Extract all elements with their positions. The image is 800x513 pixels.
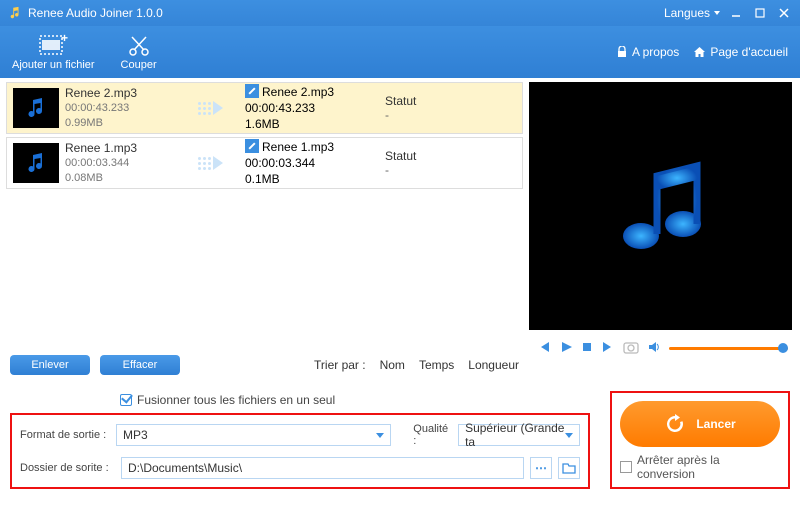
volume-icon[interactable] <box>647 340 661 357</box>
convert-arrow-icon <box>175 156 245 170</box>
remove-button[interactable]: Enlever <box>10 355 90 375</box>
sort-by-name[interactable]: Nom <box>380 358 405 372</box>
file-duration: 00:00:03.344 <box>65 156 175 171</box>
maximize-button[interactable] <box>752 5 768 21</box>
output-name: Renee 2.mp3 <box>262 85 334 99</box>
stop-after-checkbox[interactable] <box>620 461 632 473</box>
edit-icon[interactable] <box>245 84 259 98</box>
playback-controls <box>531 340 794 357</box>
status-value: - <box>385 163 445 177</box>
next-button[interactable] <box>601 340 615 357</box>
file-thumbnail <box>13 88 59 128</box>
quality-select[interactable]: Supérieur (Grande ta <box>458 424 580 446</box>
output-duration: 00:00:43.233 <box>245 100 385 116</box>
file-row[interactable]: Renee 1.mp3 00:00:03.344 0.08MB Renee 1.… <box>6 137 523 189</box>
output-dir-input[interactable]: D:\Documents\Music\ <box>121 457 524 479</box>
file-row[interactable]: Renee 2.mp3 00:00:43.233 0.99MB Renee 2.… <box>6 82 523 134</box>
more-button[interactable]: ⋯ <box>530 457 552 479</box>
launch-button[interactable]: Lancer <box>620 401 780 447</box>
add-file-button[interactable]: + Ajouter un fichier <box>12 33 95 71</box>
edit-icon[interactable] <box>245 139 259 153</box>
volume-slider[interactable] <box>669 347 788 350</box>
output-size: 1.6MB <box>245 116 385 132</box>
format-label: Format de sortie : <box>20 429 110 441</box>
home-icon <box>693 46 706 58</box>
output-name: Renee 1.mp3 <box>262 140 334 154</box>
sort-label: Trier par : <box>314 358 366 372</box>
close-button[interactable] <box>776 5 792 21</box>
clear-button[interactable]: Effacer <box>100 355 180 375</box>
launch-panel: Lancer Arrêter après la conversion <box>610 391 790 489</box>
folder-icon <box>562 462 576 474</box>
minimize-button[interactable] <box>728 5 744 21</box>
about-link[interactable]: A propos <box>616 45 679 59</box>
checkbox-checked-icon <box>120 394 132 406</box>
file-list: Renee 2.mp3 00:00:43.233 0.99MB Renee 2.… <box>0 78 529 349</box>
stop-after-label: Arrêter après la conversion <box>637 453 780 481</box>
status-label: Statut <box>385 94 445 108</box>
chevron-down-icon <box>565 433 573 438</box>
scissors-icon <box>126 33 152 57</box>
snapshot-button[interactable] <box>623 340 639 357</box>
status-value: - <box>385 108 445 122</box>
file-thumbnail <box>13 143 59 183</box>
sort-by-time[interactable]: Temps <box>419 358 454 372</box>
quality-label: Qualité : <box>413 423 452 447</box>
lock-icon <box>616 46 628 58</box>
cut-button[interactable]: Couper <box>121 33 157 71</box>
film-add-icon: + <box>38 33 68 57</box>
svg-text:+: + <box>61 33 68 45</box>
output-size: 0.1MB <box>245 171 385 187</box>
prev-button[interactable] <box>537 340 551 357</box>
home-link[interactable]: Page d'accueil <box>693 45 788 59</box>
stop-button[interactable] <box>581 341 593 356</box>
preview-panel <box>529 82 792 330</box>
music-note-icon <box>601 146 721 266</box>
status-label: Statut <box>385 149 445 163</box>
file-duration: 00:00:43.233 <box>65 101 175 116</box>
app-title: Renee Audio Joiner 1.0.0 <box>28 6 163 20</box>
play-button[interactable] <box>559 340 573 357</box>
chevron-down-icon <box>714 11 720 15</box>
format-select[interactable]: MP3 <box>116 424 391 446</box>
chevron-down-icon <box>376 433 384 438</box>
file-size: 0.99MB <box>65 116 175 131</box>
convert-arrow-icon <box>175 101 245 115</box>
app-logo-icon <box>8 6 22 20</box>
output-dir-label: Dossier de sorite : <box>20 462 115 474</box>
browse-folder-button[interactable] <box>558 457 580 479</box>
output-settings: Format de sortie : MP3 Qualité : Supérie… <box>10 413 590 489</box>
titlebar: Renee Audio Joiner 1.0.0 Langues <box>0 0 800 26</box>
sort-by-length[interactable]: Longueur <box>468 358 519 372</box>
language-selector[interactable]: Langues <box>664 6 720 20</box>
file-name: Renee 1.mp3 <box>65 140 175 156</box>
output-duration: 00:00:03.344 <box>245 155 385 171</box>
file-name: Renee 2.mp3 <box>65 85 175 101</box>
toolbar: + Ajouter un fichier Couper A propos Pag… <box>0 26 800 78</box>
refresh-icon <box>664 413 686 435</box>
file-size: 0.08MB <box>65 171 175 186</box>
